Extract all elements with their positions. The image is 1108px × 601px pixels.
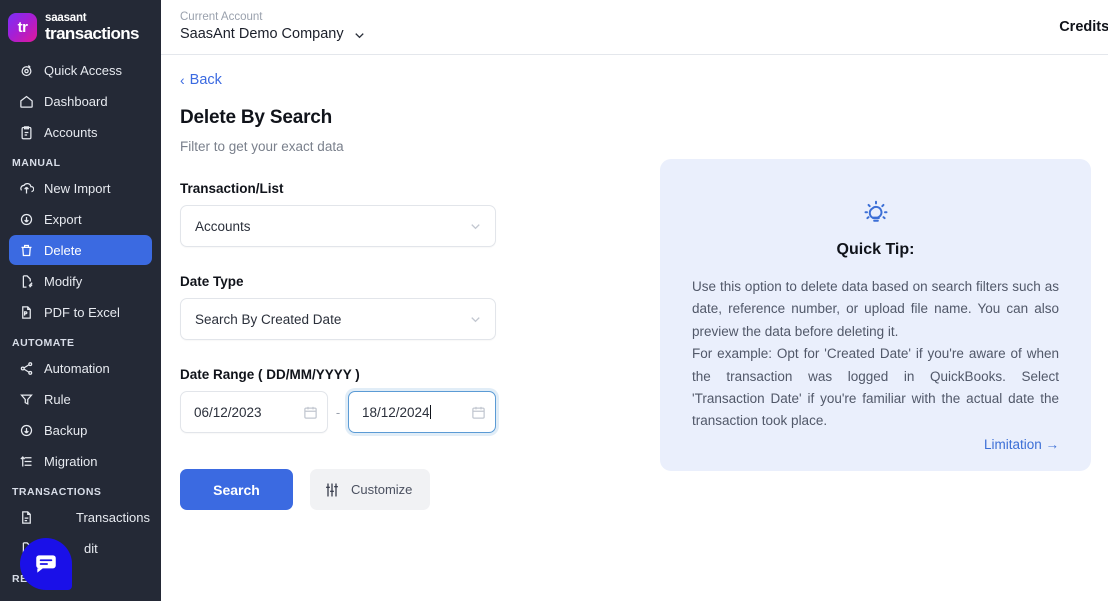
brand-logo[interactable]: tr saasant transactions — [0, 0, 161, 55]
saasant-logo-icon: tr — [8, 13, 37, 42]
date-type-select[interactable]: Search By Created Date — [180, 298, 496, 340]
chevron-down-icon — [468, 219, 483, 234]
transaction-list-value: Accounts — [195, 218, 251, 234]
limitation-link[interactable]: Limitation → — [692, 437, 1059, 452]
sidebar-item-new-import[interactable]: New Import — [9, 173, 152, 203]
chevron-left-icon: ‹ — [180, 72, 185, 88]
date-range-label: Date Range ( DD/MM/YYYY ) — [180, 367, 360, 382]
sidebar-item-label: Quick Access — [44, 62, 123, 78]
text-caret — [429, 404, 431, 419]
sidebar-item-pdf-to-excel[interactable]: PDF to Excel — [9, 297, 152, 327]
sidebar-item-label: PDF to Excel — [44, 304, 120, 320]
page-subtitle: Filter to get your exact data — [180, 139, 344, 154]
quick-tip-paragraph-1: Use this option to delete data based on … — [692, 279, 1059, 339]
pdf-file-icon — [19, 305, 34, 320]
sidebar-item-label: Accounts — [44, 124, 98, 140]
chevron-down-icon — [468, 312, 483, 327]
sidebar-item-rule[interactable]: Rule — [9, 384, 152, 414]
logo-mark-text: tr — [17, 19, 28, 36]
sidebar-item-label: Migration — [44, 453, 98, 469]
transaction-list-label: Transaction/List — [180, 181, 284, 196]
customize-button[interactable]: Customize — [310, 469, 431, 510]
date-from-value: 06/12/2023 — [194, 404, 262, 420]
sidebar-item-label: dit — [84, 540, 98, 556]
chevron-down-icon[interactable] — [352, 28, 366, 42]
sidebar-item-automation[interactable]: Automation — [9, 353, 152, 383]
sidebar-item-label: Rule — [44, 391, 71, 407]
field-date-type: Date Type Search By Created Date — [180, 274, 675, 340]
calendar-icon[interactable] — [471, 405, 486, 420]
sidebar-item-label: Automation — [44, 360, 110, 376]
upload-icon — [19, 181, 34, 196]
chat-message-icon — [36, 555, 56, 573]
share-nodes-icon — [19, 361, 34, 376]
sidebar-item-dashboard[interactable]: Dashboard — [9, 86, 152, 116]
quick-tip-body: Use this option to delete data based on … — [692, 276, 1059, 433]
quick-tip-title: Quick Tip: — [836, 241, 915, 258]
sidebar-section-transactions: TRANSACTIONS — [12, 486, 102, 498]
transaction-list-select[interactable]: Accounts — [180, 205, 496, 247]
sidebar-item-label: Dashboard — [44, 93, 108, 109]
back-button[interactable]: ‹ Back — [180, 72, 222, 88]
download-icon — [19, 212, 34, 227]
sidebar-item-label: Backup — [44, 422, 88, 438]
trash-icon — [19, 243, 34, 258]
date-type-value: Search By Created Date — [195, 311, 342, 327]
sidebar-section-manual: MANUAL — [12, 157, 61, 169]
funnel-icon — [19, 392, 34, 407]
date-to-value: 18/12/2024 — [362, 404, 430, 420]
home-icon — [19, 94, 34, 109]
customize-label: Customize — [351, 482, 413, 497]
brand-name-bottom: transactions — [45, 24, 139, 44]
sliders-icon — [324, 482, 340, 498]
target-icon — [19, 63, 34, 78]
calendar-icon[interactable] — [303, 405, 318, 420]
sidebar-item-label: New Import — [44, 180, 111, 196]
search-filter-form: Transaction/List Accounts Date Type Sear… — [180, 154, 675, 510]
brand-wordmark: saasant transactions — [45, 11, 139, 44]
field-date-range: Date Range ( DD/MM/YYYY ) 06/12/2023 - 1… — [180, 367, 675, 433]
file-icon — [19, 510, 34, 525]
account-label: Current Account — [180, 11, 263, 24]
app-root: tr saasant transactions Quick Access Das… — [0, 0, 1108, 601]
sidebar-item-export[interactable]: Export — [9, 204, 152, 234]
field-transaction-list: Transaction/List Accounts — [180, 181, 675, 247]
sidebar-item-modify[interactable]: Modify — [9, 266, 152, 296]
sidebar-nav: Quick Access Dashboard Accounts MANUAL N… — [0, 55, 161, 589]
account-name: SaasAnt Demo Company — [180, 26, 344, 43]
list-arrow-icon — [19, 454, 34, 469]
date-range-separator: - — [335, 404, 341, 420]
date-type-label: Date Type — [180, 274, 244, 289]
date-to-input[interactable]: 18/12/2024 — [348, 391, 496, 433]
sidebar-item-label: Modify — [44, 273, 83, 289]
sidebar-section-automate: AUTOMATE — [12, 337, 75, 349]
sidebar: tr saasant transactions Quick Access Das… — [0, 0, 161, 601]
download-cloud-icon — [19, 423, 34, 438]
lightbulb-icon — [692, 199, 1059, 227]
account-switcher[interactable]: Current Account SaasAnt Demo Company — [161, 11, 366, 43]
sidebar-item-delete[interactable]: Delete — [9, 235, 152, 265]
sidebar-item-accounts[interactable]: Accounts — [9, 117, 152, 147]
page-title: Delete By Search — [180, 107, 333, 128]
credits-label: Credits: — [1059, 19, 1108, 35]
sidebar-item-backup[interactable]: Backup — [9, 415, 152, 445]
quick-tip-paragraph-2: For example: Opt for 'Created Date' if y… — [692, 346, 1059, 429]
date-from-input[interactable]: 06/12/2023 — [180, 391, 328, 433]
sidebar-item-label: Delete — [44, 242, 82, 258]
search-button[interactable]: Search — [180, 469, 293, 510]
sidebar-item-migration[interactable]: Migration — [9, 446, 152, 476]
brand-name-top: saasant — [45, 11, 87, 24]
back-label: Back — [189, 72, 222, 88]
quick-tip-card: Quick Tip: Use this option to delete dat… — [660, 159, 1091, 471]
sidebar-item-quick-access[interactable]: Quick Access — [9, 55, 152, 85]
chat-widget-button[interactable] — [20, 538, 72, 590]
clipboard-icon — [19, 125, 34, 140]
sidebar-item-label: Export — [44, 211, 82, 227]
file-edit-icon — [19, 274, 34, 289]
sidebar-item-transactions[interactable]: Transactions — [9, 502, 152, 532]
sidebar-item-label: Transactions — [76, 509, 150, 525]
top-header: Current Account SaasAnt Demo Company Cre… — [161, 0, 1108, 55]
